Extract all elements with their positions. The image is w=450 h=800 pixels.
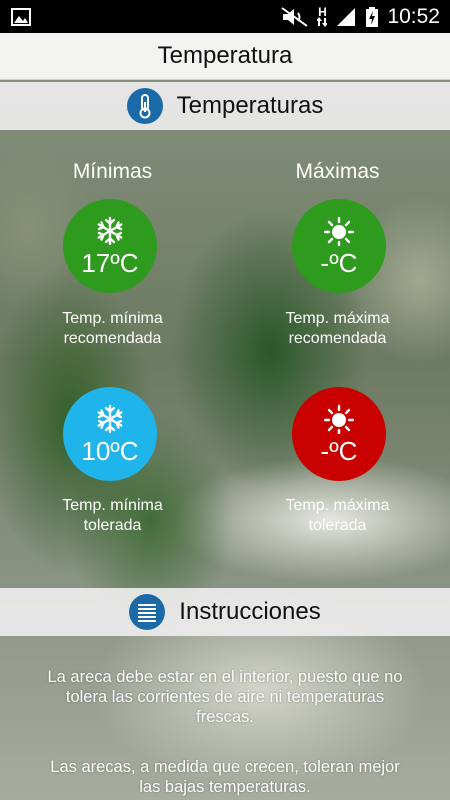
instructions-section-title: Instrucciones: [179, 598, 321, 625]
caption-line: Temp. mínima: [62, 497, 163, 514]
sun-icon: [324, 404, 354, 434]
min-tolerated-caption: Temp. mínima tolerada: [0, 496, 225, 536]
max-column-title: Máximas: [295, 160, 380, 183]
min-tolerated-temp-badge: 10ºC: [63, 387, 157, 481]
min-recommended-temp-value: 17ºC: [81, 248, 139, 278]
caption-line: tolerada: [83, 517, 142, 534]
min-recommended-caption: Temp. mínima recomendada: [0, 309, 225, 349]
status-bar: H 10:52: [0, 0, 450, 33]
temperatures-section-header: Temperaturas: [0, 82, 450, 130]
max-tolerated-temp-badge: -ºC: [292, 387, 386, 481]
instructions-line: Las arecas, a medida que crecen, toleran…: [50, 758, 400, 776]
document-lines-icon: [129, 594, 166, 630]
min-column-title: Mínimas: [72, 160, 153, 183]
min-recommended-temp-badge: 17ºC: [63, 199, 157, 293]
sun-icon: [324, 216, 354, 246]
min-tolerated-temp-value: 10ºC: [81, 436, 139, 466]
app-title-bar: Temperatura: [0, 33, 450, 80]
instructions-line: frescas.: [196, 708, 254, 726]
caption-line: Temp. máxima: [285, 497, 390, 514]
max-tolerated-temp-value: -ºC: [320, 436, 358, 466]
mute-icon: [281, 6, 309, 27]
max-tolerated-caption: Temp. máxima tolerada: [225, 496, 450, 536]
caption-line: Temp. máxima: [285, 310, 390, 327]
instructions-line: las bajas temperaturas.: [139, 778, 311, 796]
battery-charging-icon: [366, 6, 379, 27]
instructions-paragraph-1: La areca debe estar en el interior, pues…: [18, 667, 432, 727]
caption-line: recomendada: [288, 330, 387, 347]
snowflake-icon: [97, 216, 123, 246]
thermometer-icon: [126, 88, 163, 124]
instructions-line: tolera las corrientes de aire ni tempera…: [65, 688, 385, 706]
instructions-line: La areca debe estar en el interior, pues…: [47, 668, 403, 686]
temperatures-section-title: Temperaturas: [176, 92, 324, 119]
gallery-icon: [11, 7, 31, 26]
status-time: 10:52: [387, 4, 440, 28]
signal-icon: [337, 7, 356, 26]
caption-line: Temp. mínima: [62, 310, 163, 327]
instructions-section-header: Instrucciones: [0, 588, 450, 636]
caption-line: tolerada: [308, 517, 367, 534]
hspa-icon: H: [317, 6, 328, 27]
caption-line: recomendada: [63, 330, 162, 347]
max-recommended-temp-value: -ºC: [320, 248, 358, 278]
max-recommended-caption: Temp. máxima recomendada: [225, 309, 450, 349]
snowflake-icon: [97, 404, 123, 434]
instructions-paragraph-2: Las arecas, a medida que crecen, toleran…: [18, 757, 432, 797]
max-recommended-temp-badge: -ºC: [292, 199, 386, 293]
page-title: Temperatura: [157, 42, 293, 69]
